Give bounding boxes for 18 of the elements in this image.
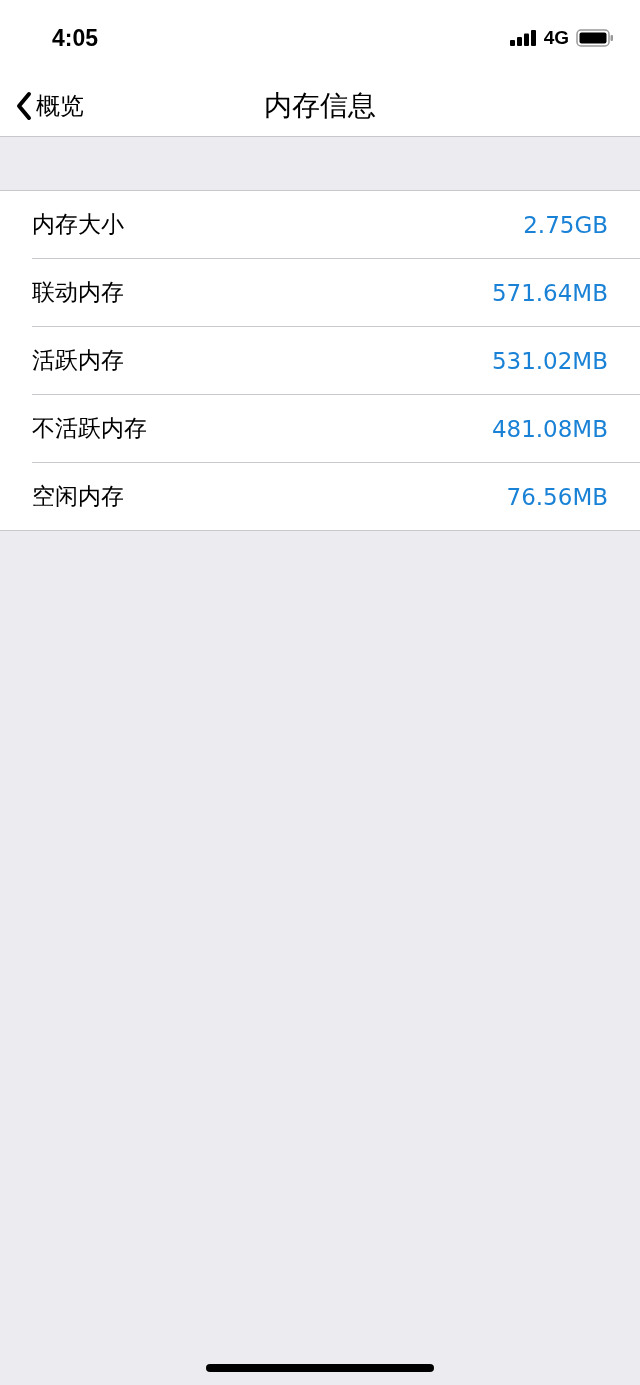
home-indicator[interactable] xyxy=(206,1364,434,1372)
page-title: 内存信息 xyxy=(264,88,376,124)
row-value: 76.56MB xyxy=(506,483,608,510)
row-label: 活跃内存 xyxy=(32,346,124,375)
back-button[interactable]: 概览 xyxy=(16,84,84,128)
row-value: 2.75GB xyxy=(523,211,608,238)
battery-icon xyxy=(576,29,614,47)
row-label: 联动内存 xyxy=(32,278,124,307)
signal-icon xyxy=(509,30,537,46)
row-value: 481.08MB xyxy=(491,415,608,442)
status-time: 4:05 xyxy=(52,24,100,52)
network-label: 4G xyxy=(543,27,569,49)
row-value: 571.64MB xyxy=(491,279,608,306)
row-label: 空闲内存 xyxy=(32,482,124,511)
back-chevron-icon xyxy=(16,91,32,121)
row-value: 531.02MB xyxy=(491,347,608,374)
row-label: 不活跃内存 xyxy=(32,414,147,443)
row-label: 内存大小 xyxy=(32,210,124,239)
